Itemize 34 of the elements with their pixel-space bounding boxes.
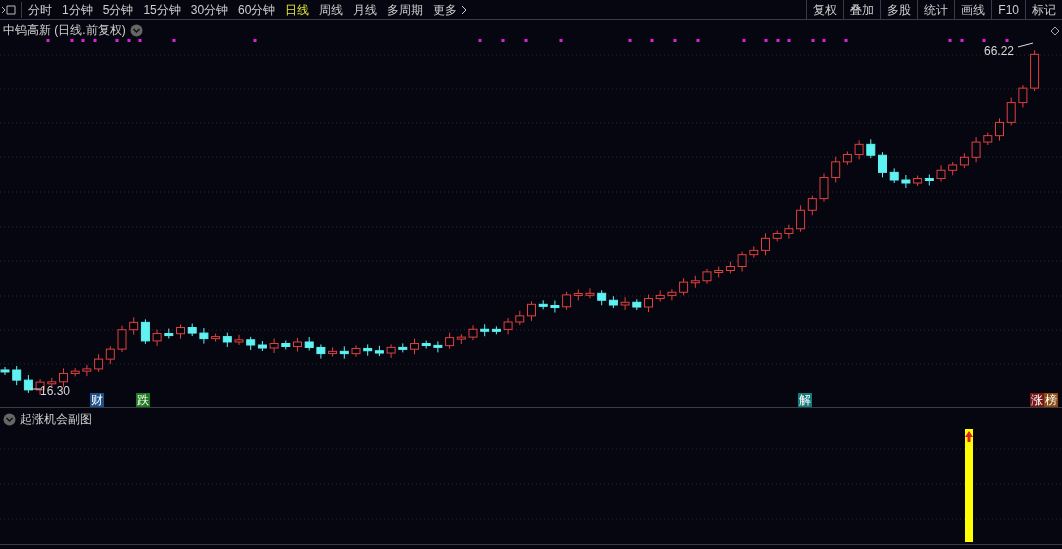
period-tab[interactable]: 日线 xyxy=(285,0,310,19)
toolbar-button[interactable]: F10 xyxy=(991,0,1025,19)
chevron-right-icon[interactable] xyxy=(461,4,468,15)
leader-line xyxy=(29,388,43,390)
event-marker: 榜 xyxy=(1044,393,1058,407)
panel-title: 起涨机会副图 xyxy=(20,411,92,428)
period-tab[interactable]: 分时 xyxy=(28,0,52,19)
event-marker: 跌 xyxy=(136,393,150,407)
collapse-icon[interactable] xyxy=(1,3,17,16)
diamond-icon xyxy=(1050,26,1060,36)
event-marker: 财 xyxy=(90,393,104,407)
period-tab[interactable]: 15分钟 xyxy=(143,0,181,19)
period-tab[interactable]: 更多 xyxy=(433,0,458,19)
period-tab[interactable]: 周线 xyxy=(319,0,344,19)
period-tab[interactable]: 60分钟 xyxy=(238,0,276,19)
event-marker: 涨 xyxy=(1030,393,1044,407)
period-tab[interactable]: 1分钟 xyxy=(62,0,93,19)
high-price-label: 66.22 xyxy=(984,43,1015,60)
period-tab[interactable]: 5分钟 xyxy=(102,0,134,19)
toolbar-button[interactable]: 画线 xyxy=(954,0,992,19)
chart-title: 中钨高新 (日线.前复权) xyxy=(3,22,126,39)
leader-line xyxy=(1017,42,1034,48)
low-price-label: 16.30 xyxy=(40,383,71,400)
period-tab[interactable]: 月线 xyxy=(353,0,378,19)
toolbar-button[interactable]: 统计 xyxy=(917,0,955,19)
toolbar-button[interactable]: 叠加 xyxy=(843,0,881,19)
toolbar-button[interactable]: 复权 xyxy=(806,0,844,19)
period-tab[interactable]: 30分钟 xyxy=(190,0,229,19)
toolbar-button[interactable]: 多股 xyxy=(880,0,918,19)
period-tab[interactable]: 多周期 xyxy=(387,0,424,19)
dropdown-icon[interactable] xyxy=(129,23,143,37)
toolbar-button[interactable]: 标记 xyxy=(1025,0,1062,19)
event-marker: 解 xyxy=(798,393,812,407)
dropdown-icon[interactable] xyxy=(3,412,16,426)
